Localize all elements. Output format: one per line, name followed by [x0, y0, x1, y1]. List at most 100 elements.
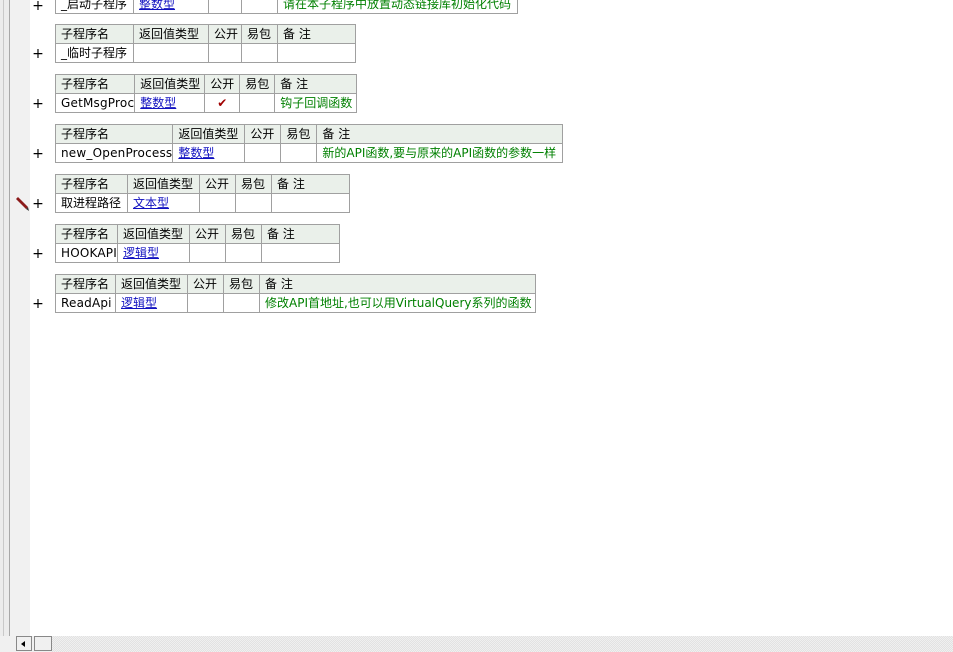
- subroutine-table: 子程序名 返回值类型 公开 易包 备 注 HOOKAPI 逻辑型: [55, 224, 340, 263]
- header-return-type: 返回值类型: [134, 74, 206, 94]
- subroutine-name[interactable]: HOOKAPI: [55, 243, 118, 263]
- scroll-left-arrow-icon[interactable]: [16, 636, 32, 651]
- expand-toggle[interactable]: +: [32, 247, 44, 261]
- header-easy-package: 易包: [224, 224, 262, 244]
- easy-package-flag[interactable]: [223, 293, 260, 313]
- expand-toggle[interactable]: +: [32, 197, 44, 211]
- subroutine-table: 子程序名 返回值类型 公开 易包 备 注 GetMsgProc 整数型 ✔ 钩子…: [54, 74, 358, 113]
- return-type-link[interactable]: 整数型: [139, 0, 175, 11]
- header-name: 子程序名: [55, 224, 118, 244]
- subroutine-row: HOOKAPI 逻辑型: [55, 243, 340, 263]
- return-type[interactable]: [133, 43, 209, 63]
- public-flag[interactable]: [244, 143, 282, 163]
- header-remark: 备 注: [274, 74, 358, 94]
- subroutine-header-row: 子程序名 返回值类型 公开 易包 备 注: [54, 124, 564, 144]
- remark-cell[interactable]: 请在本子程序中放置动态链接库初始化代码: [277, 0, 518, 14]
- header-public: 公开: [208, 24, 242, 44]
- subroutine-header-row: 子程序名 返回值类型 公开 易包 备 注: [55, 174, 350, 194]
- header-easy-package: 易包: [241, 24, 278, 44]
- subroutine-table: 子程序名 返回值类型 公开 易包 备 注 ReadApi 逻辑型 修改API首地…: [55, 274, 536, 313]
- subroutine-name[interactable]: _临时子程序: [55, 43, 134, 63]
- easy-package-flag[interactable]: [280, 143, 318, 163]
- window-left-border: [0, 0, 10, 636]
- header-easy-package: 易包: [223, 274, 260, 294]
- return-type[interactable]: 整数型: [133, 0, 209, 14]
- remark-cell[interactable]: 新的API函数,要与原来的API函数的参数一样: [316, 143, 564, 163]
- expand-toggle[interactable]: +: [32, 0, 44, 13]
- header-public: 公开: [188, 224, 226, 244]
- public-flag[interactable]: [187, 293, 224, 313]
- public-flag[interactable]: [208, 0, 242, 14]
- header-name: 子程序名: [54, 74, 136, 94]
- header-remark: 备 注: [316, 124, 564, 144]
- remark-cell[interactable]: [260, 243, 340, 263]
- subroutine-table: 子程序名 返回值类型 公开 易包 备 注 取进程路径 文本型: [55, 174, 350, 213]
- return-type[interactable]: 逻辑型: [116, 243, 190, 263]
- header-name: 子程序名: [55, 174, 128, 194]
- header-name: 子程序名: [55, 274, 116, 294]
- remark-cell[interactable]: [277, 43, 356, 63]
- header-return-type: 返回值类型: [172, 124, 246, 144]
- header-remark: 备 注: [277, 24, 356, 44]
- return-type[interactable]: 整数型: [172, 143, 246, 163]
- easy-package-flag[interactable]: [224, 243, 262, 263]
- subroutine-name[interactable]: _启动子程序: [55, 0, 134, 14]
- easy-package-flag[interactable]: [241, 43, 278, 63]
- header-public: 公开: [199, 174, 236, 194]
- subroutine-table: 子程序名 返回值类型 公开 易包 备 注 new_OpenProcess 整数型…: [54, 124, 564, 163]
- expand-toggle[interactable]: +: [32, 147, 44, 161]
- easy-package-flag[interactable]: [235, 193, 272, 213]
- public-flag[interactable]: [188, 243, 226, 263]
- public-flag[interactable]: [199, 193, 236, 213]
- header-easy-package: 易包: [280, 124, 318, 144]
- remark-cell[interactable]: 钩子回调函数: [274, 93, 358, 113]
- header-name: 子程序名: [54, 124, 174, 144]
- header-easy-package: 易包: [235, 174, 272, 194]
- scrollbar-thumb[interactable]: [34, 636, 52, 651]
- subroutine-name[interactable]: 取进程路径: [55, 193, 128, 213]
- remark-cell[interactable]: [271, 193, 350, 213]
- header-name: 子程序名: [55, 24, 134, 44]
- easy-package-flag[interactable]: [241, 0, 278, 14]
- scrollbar-track[interactable]: [52, 636, 953, 652]
- return-type-link[interactable]: 整数型: [140, 96, 176, 110]
- header-public: 公开: [187, 274, 224, 294]
- subroutine-header-row: 子程序名 返回值类型 公开 易包 备 注: [55, 24, 356, 44]
- subroutine-row: _临时子程序: [55, 43, 356, 63]
- public-checkmark-icon[interactable]: ✔: [204, 93, 241, 113]
- pencil-icon: [16, 197, 29, 211]
- return-type-link[interactable]: 逻辑型: [121, 296, 157, 310]
- subroutine-name[interactable]: new_OpenProcess: [54, 143, 174, 163]
- subroutine-row: new_OpenProcess 整数型 新的API函数,要与原来的API函数的参…: [54, 143, 564, 163]
- subroutine-table: 子程序名 返回值类型 公开 易包 备 注 _临时子程序: [55, 24, 356, 63]
- public-flag[interactable]: [208, 43, 242, 63]
- horizontal-scrollbar[interactable]: [0, 636, 953, 652]
- subroutine-row: ReadApi 逻辑型 修改API首地址,也可以用VirtualQuery系列的…: [55, 293, 536, 313]
- easy-package-flag[interactable]: [239, 93, 276, 113]
- expand-toggle[interactable]: +: [32, 47, 44, 61]
- return-type-link[interactable]: 文本型: [133, 196, 169, 210]
- return-type[interactable]: 逻辑型: [115, 293, 188, 313]
- return-type-link[interactable]: 逻辑型: [123, 246, 159, 260]
- subroutine-row: _启动子程序 整数型 请在本子程序中放置动态链接库初始化代码: [55, 0, 518, 14]
- expand-toggle[interactable]: +: [32, 297, 44, 311]
- subroutine-header-row: 子程序名 返回值类型 公开 易包 备 注: [54, 74, 358, 94]
- header-remark: 备 注: [259, 274, 536, 294]
- subroutine-row: 取进程路径 文本型: [55, 193, 350, 213]
- remark-cell[interactable]: 修改API首地址,也可以用VirtualQuery系列的函数: [259, 293, 536, 313]
- header-return-type: 返回值类型: [133, 24, 209, 44]
- return-type[interactable]: 文本型: [127, 193, 200, 213]
- return-type-link[interactable]: 整数型: [178, 146, 214, 160]
- subroutine-name[interactable]: ReadApi: [55, 293, 116, 313]
- header-public: 公开: [204, 74, 241, 94]
- header-easy-package: 易包: [239, 74, 276, 94]
- subroutine-name[interactable]: GetMsgProc: [54, 93, 136, 113]
- line-gutter: [10, 0, 30, 636]
- subroutine-row: GetMsgProc 整数型 ✔ 钩子回调函数: [54, 93, 358, 113]
- return-type[interactable]: 整数型: [134, 93, 206, 113]
- subroutine-header-row: 子程序名 返回值类型 公开 易包 备 注: [55, 224, 340, 244]
- expand-toggle[interactable]: +: [32, 97, 44, 111]
- header-return-type: 返回值类型: [127, 174, 200, 194]
- header-remark: 备 注: [260, 224, 340, 244]
- subroutine-table: _启动子程序 整数型 请在本子程序中放置动态链接库初始化代码: [55, 0, 518, 14]
